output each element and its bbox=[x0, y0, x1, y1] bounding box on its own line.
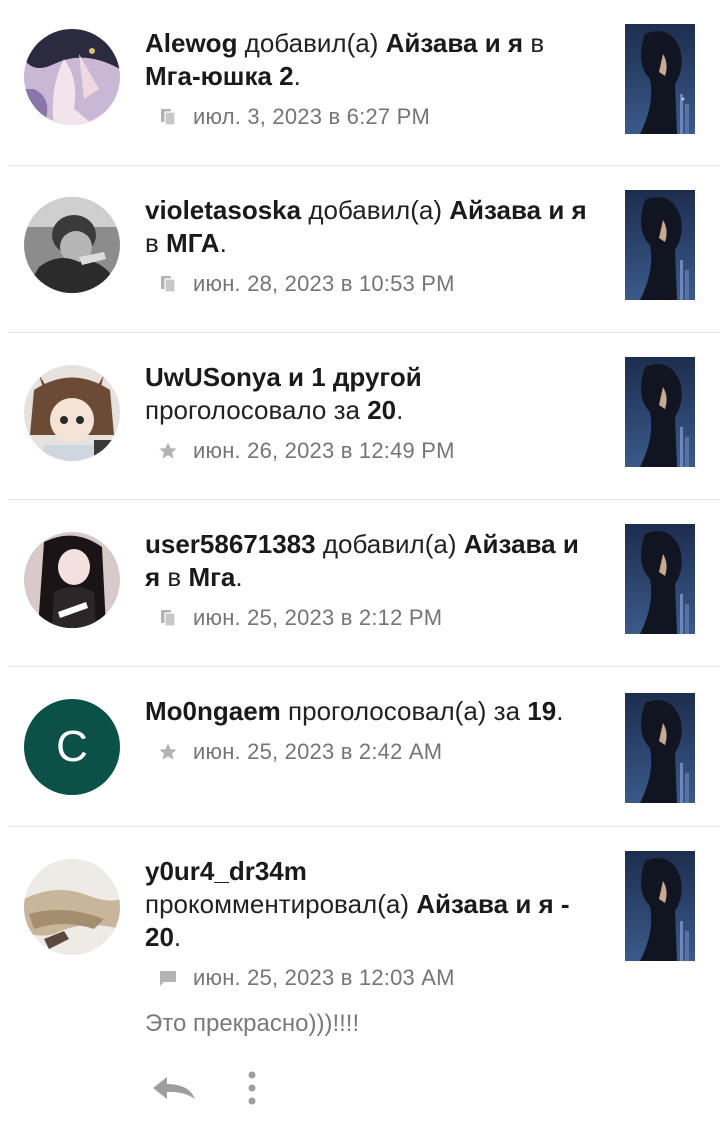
notification-headline: user58671383 добавил(а) Айзава и я в Мга… bbox=[145, 529, 579, 592]
notification-item[interactable]: y0ur4_dr34m прокомментировал(а) Айзава и… bbox=[8, 827, 720, 1130]
notification-time: июн. 26, 2023 в 12:49 PM bbox=[193, 438, 455, 463]
notification-time: июл. 3, 2023 в 6:27 PM bbox=[193, 104, 431, 129]
story-cover[interactable] bbox=[625, 24, 695, 134]
notification-item[interactable]: UwUSonya и 1 другой проголосовало за 20.… bbox=[8, 333, 720, 500]
notification-headline: violetasoska добавил(а) Айзава и я в МГА… bbox=[145, 195, 587, 258]
avatar-image bbox=[24, 29, 120, 125]
username-link[interactable]: Alewog bbox=[145, 28, 237, 58]
notification-headline: UwUSonya и 1 другой проголосовало за 20. bbox=[145, 362, 422, 425]
user-avatar[interactable] bbox=[24, 197, 120, 293]
copy-icon bbox=[157, 607, 179, 629]
username-link[interactable]: y0ur4_dr34m bbox=[145, 856, 307, 886]
story-link[interactable]: Айзава и я bbox=[386, 28, 524, 58]
notification-content: violetasoska добавил(а) Айзава и я в МГА… bbox=[145, 194, 600, 300]
notification-meta: июн. 25, 2023 в 12:03 AM bbox=[145, 962, 600, 994]
story-link[interactable]: Айзава и я bbox=[449, 195, 587, 225]
avatar-image bbox=[24, 532, 120, 628]
comment-text: Это прекрасно)))!!!! bbox=[145, 1010, 360, 1037]
star-icon bbox=[157, 741, 179, 763]
cover-image bbox=[625, 524, 695, 634]
list-link[interactable]: Мга-юшка 2 bbox=[145, 61, 294, 91]
notification-time: июн. 28, 2023 в 10:53 PM bbox=[193, 271, 455, 296]
notification-headline: Alewog добавил(а) Айзава и я в Мга-юшка … bbox=[145, 28, 545, 91]
avatar-letter: C bbox=[56, 722, 88, 771]
copy-icon bbox=[157, 273, 179, 295]
user-avatar[interactable] bbox=[24, 365, 120, 461]
notification-meta: июн. 25, 2023 в 2:42 AM bbox=[145, 736, 600, 768]
notifications-feed: Alewog добавил(а) Айзава и я в Мга-юшка … bbox=[0, 0, 720, 1130]
list-link[interactable]: Мга bbox=[188, 562, 235, 592]
list-link[interactable]: МГА bbox=[166, 228, 220, 258]
username-link[interactable]: Mo0ngaem bbox=[145, 696, 281, 726]
username-link[interactable]: UwUSonya и 1 другой bbox=[145, 362, 422, 392]
notification-meta: июн. 28, 2023 в 10:53 PM bbox=[145, 268, 600, 300]
notification-meta: июн. 25, 2023 в 2:12 PM bbox=[145, 602, 600, 634]
notification-headline: y0ur4_dr34m прокомментировал(а) Айзава и… bbox=[145, 856, 570, 952]
user-avatar[interactable] bbox=[24, 29, 120, 125]
story-cover[interactable] bbox=[625, 851, 695, 961]
part-link[interactable]: 20 bbox=[367, 395, 396, 425]
avatar-image bbox=[24, 859, 120, 955]
cover-image bbox=[625, 357, 695, 467]
username-link[interactable]: user58671383 bbox=[145, 529, 316, 559]
notification-meta: июл. 3, 2023 в 6:27 PM bbox=[145, 101, 600, 133]
notification-time: июн. 25, 2023 в 2:12 PM bbox=[193, 605, 443, 630]
story-cover[interactable] bbox=[625, 357, 695, 467]
notification-item[interactable]: C Mo0ngaem проголосовал(а) за 19. июн. 2… bbox=[8, 667, 720, 827]
comment-icon bbox=[157, 967, 179, 989]
user-avatar[interactable] bbox=[24, 859, 120, 955]
star-icon bbox=[157, 440, 179, 462]
avatar-image bbox=[24, 365, 120, 461]
notification-content: UwUSonya и 1 другой проголосовало за 20.… bbox=[145, 361, 600, 467]
more-options-icon[interactable] bbox=[245, 1068, 259, 1108]
notification-meta: июн. 26, 2023 в 12:49 PM bbox=[145, 435, 600, 467]
notification-item[interactable]: violetasoska добавил(а) Айзава и я в МГА… bbox=[8, 166, 720, 333]
notification-headline: Mo0ngaem проголосовал(а) за 19. bbox=[145, 696, 564, 726]
notification-item[interactable]: user58671383 добавил(а) Айзава и я в Мга… bbox=[8, 500, 720, 667]
cover-image bbox=[625, 851, 695, 961]
cover-image bbox=[625, 24, 695, 134]
copy-icon bbox=[157, 106, 179, 128]
notification-content: Alewog добавил(а) Айзава и я в Мга-юшка … bbox=[145, 27, 600, 133]
story-cover[interactable] bbox=[625, 524, 695, 634]
avatar-image bbox=[24, 197, 120, 293]
reply-icon[interactable] bbox=[151, 1068, 197, 1108]
notification-item[interactable]: Alewog добавил(а) Айзава и я в Мга-юшка … bbox=[8, 0, 720, 166]
cover-image bbox=[625, 693, 695, 803]
story-cover[interactable] bbox=[625, 190, 695, 300]
username-link[interactable]: violetasoska bbox=[145, 195, 301, 225]
cover-image bbox=[625, 190, 695, 300]
notification-time: июн. 25, 2023 в 2:42 AM bbox=[193, 739, 443, 764]
comment-actions bbox=[145, 1068, 600, 1108]
notification-content: user58671383 добавил(а) Айзава и я в Мга… bbox=[145, 528, 600, 634]
user-avatar[interactable]: C bbox=[24, 699, 120, 795]
notification-time: июн. 25, 2023 в 12:03 AM bbox=[193, 965, 455, 990]
part-link[interactable]: 19 bbox=[527, 696, 556, 726]
notification-content: y0ur4_dr34m прокомментировал(а) Айзава и… bbox=[145, 855, 600, 1108]
user-avatar[interactable] bbox=[24, 532, 120, 628]
notification-content: Mo0ngaem проголосовал(а) за 19. июн. 25,… bbox=[145, 695, 600, 768]
story-cover[interactable] bbox=[625, 693, 695, 803]
